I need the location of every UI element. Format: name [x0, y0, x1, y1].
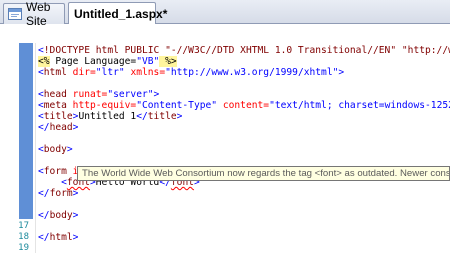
code-line: <% Page Language="VB" %> — [38, 56, 177, 67]
code-token: < — [38, 177, 67, 188]
tab-website[interactable]: Web Site — [3, 0, 65, 28]
code-token: form — [43, 166, 67, 177]
code-token: > — [338, 67, 345, 78]
code-token: html — [43, 67, 67, 78]
code-token: "server" — [107, 89, 154, 100]
code-line: <title>Untitled 1</title> — [38, 111, 182, 122]
code-line: </html> — [38, 232, 78, 243]
code-token: Page Language= — [49, 56, 137, 67]
code-token: title — [43, 111, 73, 122]
code-line: <meta http-equiv="Content-Type" content=… — [38, 100, 450, 111]
line-number: 17 — [18, 221, 29, 231]
code-token: </ — [38, 232, 50, 243]
code-token: title — [147, 111, 177, 122]
tab-website-label: Web Site — [26, 0, 51, 28]
code-token: > — [72, 188, 79, 199]
validation-tooltip: The World Wide Web Consortium now regard… — [77, 166, 450, 181]
code-token: </ — [38, 122, 50, 133]
code-line: </form> — [38, 188, 78, 199]
code-token: "VB" — [136, 56, 160, 67]
code-line: </body> — [38, 210, 78, 221]
code-token: body — [49, 210, 73, 221]
code-token: > — [72, 210, 79, 221]
code-line: </head> — [38, 122, 78, 133]
code-token: > — [72, 122, 79, 133]
code-token: "text/html; charset=windows-1252" — [269, 100, 450, 111]
code-line: <body> — [38, 144, 73, 155]
code-token: > — [176, 111, 183, 122]
code-line: <head runat="server"> — [38, 89, 159, 100]
code-token: > — [66, 144, 73, 155]
website-icon — [8, 8, 22, 20]
code-line: <html dir="ltr" xmlns="http://www.w3.org… — [38, 67, 344, 78]
code-token: </ — [38, 188, 50, 199]
code-token: !DOCTYPE html PUBLIC "-//W3C//DTD XHTML … — [43, 45, 450, 56]
code-token: dir= — [66, 67, 96, 78]
code-token: "Content-Type" — [136, 100, 218, 111]
code-token: html — [49, 232, 73, 243]
code-token: xmlns= — [124, 67, 166, 78]
code-token: head — [43, 89, 67, 100]
code-token: "ltr" — [95, 67, 125, 78]
editor-top-band — [0, 25, 450, 43]
code-editor[interactable]: < !DOCTYPE html PUBLIC "-//W3C//DTD XHTML… — [38, 43, 450, 253]
code-token: </ — [38, 210, 50, 221]
code-token: Untitled 1 — [78, 111, 137, 122]
code-token: http-equiv= — [66, 100, 137, 111]
line-number: 18 — [18, 232, 29, 242]
code-token: body — [43, 144, 67, 155]
code-token: head — [49, 122, 73, 133]
code-token: meta — [43, 100, 67, 111]
code-token: > — [153, 89, 160, 100]
code-token: runat= — [66, 89, 108, 100]
code-token: <% — [38, 56, 50, 67]
line-number: 19 — [18, 243, 29, 253]
code-token: </ — [136, 111, 148, 122]
tab-untitled-1-aspx[interactable]: Untitled_1.aspx* — [68, 2, 167, 24]
code-token: > — [72, 232, 79, 243]
code-token: "http://www.w3.org/1999/xhtml" — [165, 67, 339, 78]
document-tab-strip: Web Site Untitled_1.aspx* — [0, 0, 450, 28]
code-line: <!DOCTYPE html PUBLIC "-//W3C//DTD XHTML… — [38, 45, 450, 56]
code-token: %> — [159, 56, 177, 67]
gutter-divider — [35, 43, 36, 253]
code-token: content= — [217, 100, 270, 111]
tab-active-label: Untitled_1.aspx* — [74, 6, 168, 21]
code-token: form — [49, 188, 73, 199]
selection-margin — [19, 43, 33, 219]
